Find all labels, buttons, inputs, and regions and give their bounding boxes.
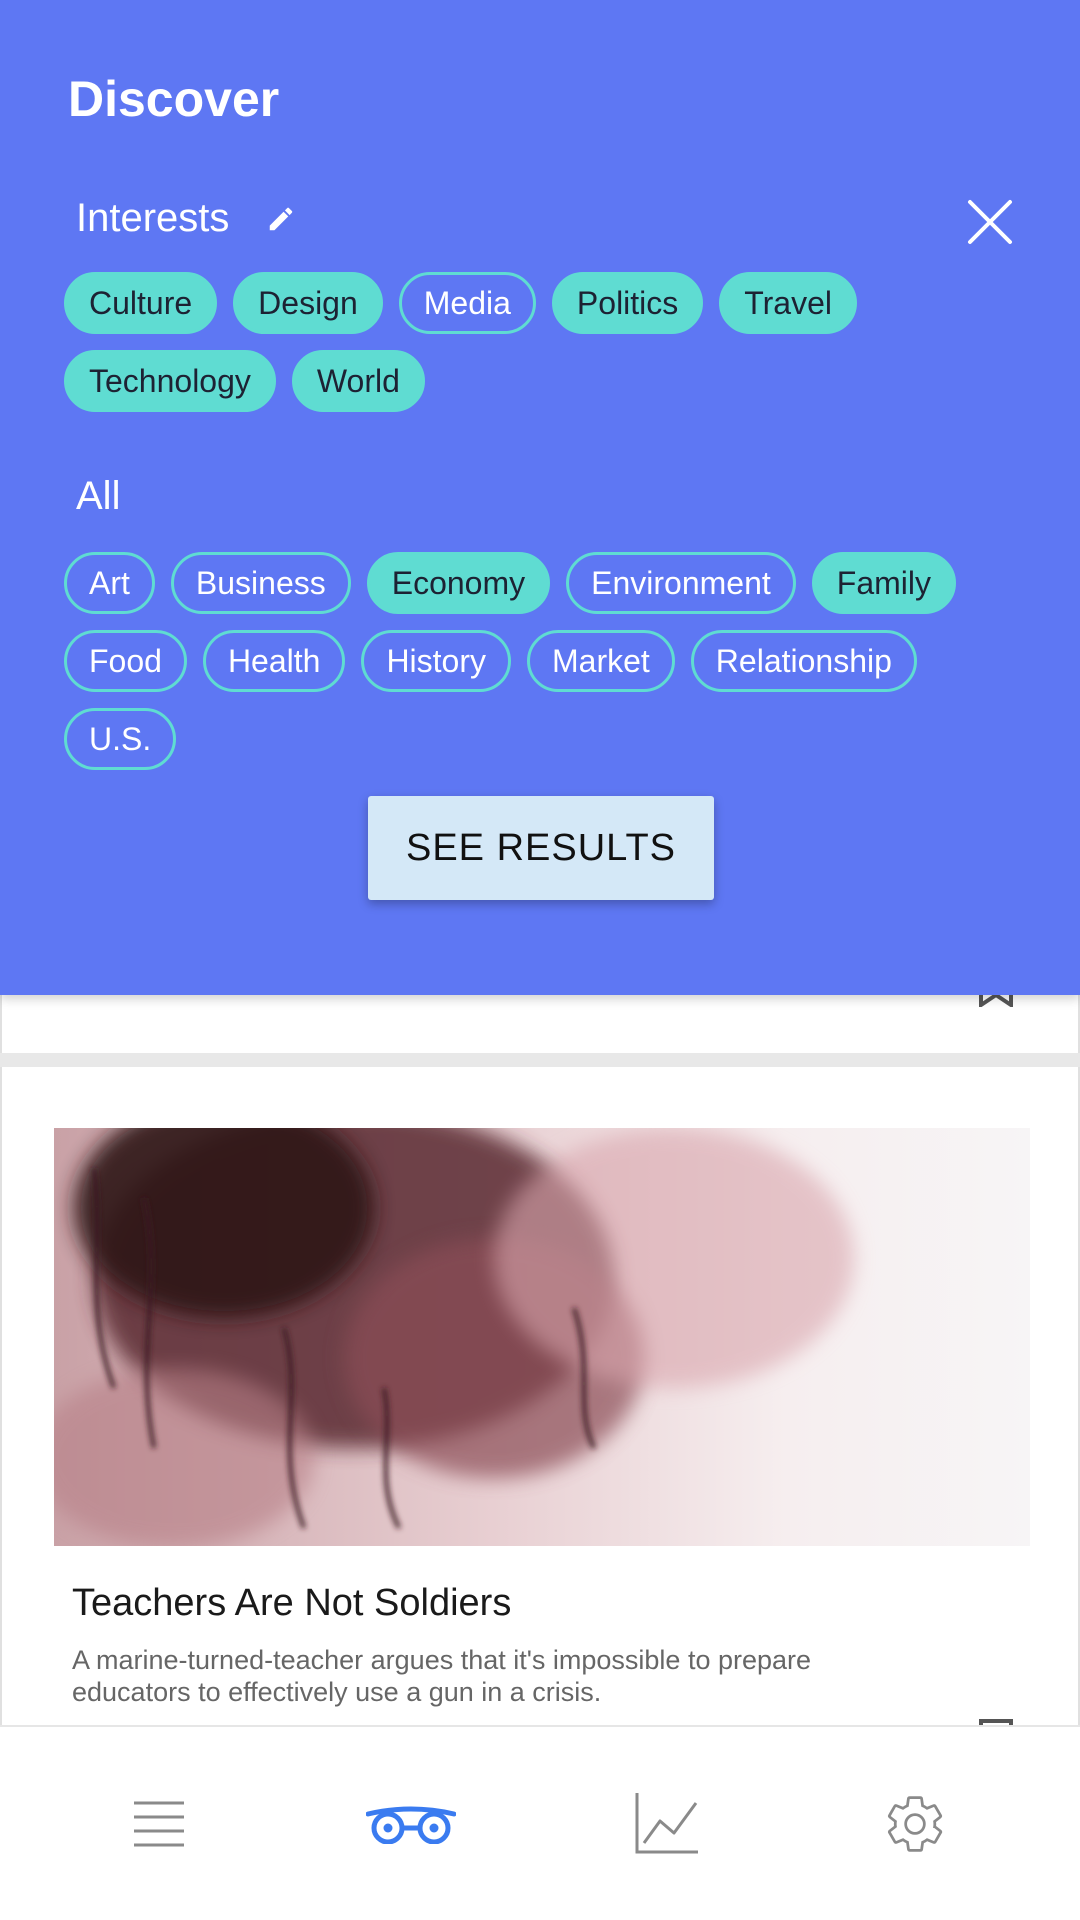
page-title: Discover bbox=[68, 71, 280, 127]
tag-label: Media bbox=[423, 284, 511, 321]
interests-tag-list: Culture Design Media Politics Travel Tec… bbox=[64, 272, 1024, 412]
tag-label: World bbox=[316, 362, 400, 399]
tag-chip-politics[interactable]: Politics bbox=[551, 272, 704, 334]
tag-label: History bbox=[386, 642, 486, 679]
pencil-icon[interactable] bbox=[266, 204, 296, 234]
tag-chip-environment[interactable]: Environment bbox=[566, 552, 796, 614]
article-image bbox=[54, 1128, 1030, 1546]
menu-icon bbox=[134, 1801, 184, 1846]
tag-label: Business bbox=[195, 564, 326, 601]
article-title[interactable]: Teachers Are Not Soldiers bbox=[72, 1582, 511, 1625]
close-icon[interactable] bbox=[966, 198, 1014, 246]
tag-chip-world[interactable]: World bbox=[291, 350, 425, 412]
tag-chip-economy[interactable]: Economy bbox=[366, 552, 551, 614]
all-tag-list: Art Business Economy Environment Family … bbox=[64, 552, 1024, 770]
tag-chip-business[interactable]: Business bbox=[170, 552, 351, 614]
settings-gear-icon bbox=[888, 1795, 943, 1852]
tag-chip-technology[interactable]: Technology bbox=[64, 350, 276, 412]
card-divider bbox=[0, 1053, 1080, 1067]
tag-chip-family[interactable]: Family bbox=[811, 552, 956, 614]
nav-item-settings[interactable] bbox=[780, 1727, 1050, 1920]
tag-label: U.S. bbox=[89, 720, 152, 757]
nav-item-menu[interactable] bbox=[24, 1727, 294, 1920]
tag-chip-health[interactable]: Health bbox=[202, 630, 346, 692]
tag-label: Design bbox=[258, 284, 358, 321]
tag-chip-design[interactable]: Design bbox=[233, 272, 383, 334]
tag-label: Travel bbox=[744, 284, 832, 321]
tag-chip-relationship[interactable]: Relationship bbox=[690, 630, 917, 692]
discover-panel: Discover Interests Culture Design Media … bbox=[0, 0, 1080, 995]
tag-chip-travel[interactable]: Travel bbox=[719, 272, 857, 334]
tag-label: Market bbox=[552, 642, 650, 679]
tag-label: Relationship bbox=[715, 642, 892, 679]
tag-label: Economy bbox=[391, 564, 526, 601]
see-results-button[interactable]: SEE RESULTS bbox=[368, 796, 714, 900]
tag-label: Family bbox=[836, 564, 931, 601]
nav-item-discover[interactable] bbox=[276, 1727, 546, 1920]
interests-heading: Interests bbox=[76, 196, 230, 240]
all-heading: All bbox=[76, 474, 121, 518]
tag-label: Culture bbox=[89, 284, 193, 321]
stats-chart-icon bbox=[635, 1792, 698, 1853]
tag-label: Technology bbox=[89, 362, 251, 399]
previous-article-card bbox=[0, 995, 1080, 1055]
tag-chip-media[interactable]: Media bbox=[398, 272, 536, 334]
nav-item-stats[interactable] bbox=[532, 1727, 802, 1920]
tag-chip-art[interactable]: Art bbox=[64, 552, 155, 614]
tag-chip-history[interactable]: History bbox=[361, 630, 511, 692]
tag-label: Art bbox=[89, 564, 130, 601]
tag-chip-food[interactable]: Food bbox=[64, 630, 187, 692]
bottom-navigation bbox=[0, 1725, 1080, 1920]
tag-label: Food bbox=[89, 642, 162, 679]
tag-chip-culture[interactable]: Culture bbox=[64, 272, 218, 334]
tag-label: Environment bbox=[591, 564, 771, 601]
discover-glasses-icon bbox=[366, 1806, 456, 1844]
tag-chip-us[interactable]: U.S. bbox=[64, 708, 177, 770]
tag-label: Politics bbox=[576, 284, 679, 321]
tag-label: Health bbox=[227, 642, 321, 679]
article-summary: A marine-turned-teacher argues that it's… bbox=[72, 1645, 812, 1707]
tag-chip-market[interactable]: Market bbox=[527, 630, 675, 692]
